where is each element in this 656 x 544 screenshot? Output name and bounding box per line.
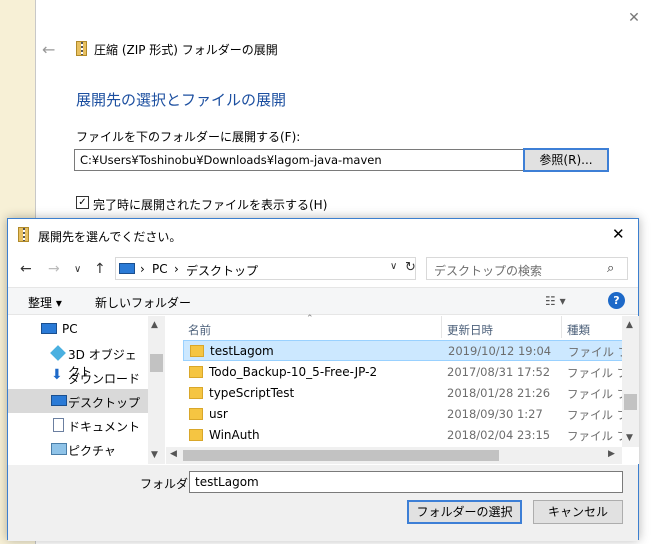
navigation-pane: PC 3D オブジェクト ⬇ ダウンロード デスクトップ ドキュメント ピクチャ… [8,316,165,464]
folder-name-input[interactable]: testLagom [189,471,623,493]
pc-icon [41,323,57,334]
dialog-titlebar: 展開先を選んでください。 ✕ [8,219,638,251]
column-header-date[interactable]: 更新日時 [447,322,493,338]
organize-button[interactable]: 整理 ▾ [28,294,62,311]
nav-item-documents[interactable]: ドキュメント [8,413,148,437]
file-row[interactable]: typeScriptTest 2018/01/28 21:26 ファイル フォル… [183,383,623,404]
scroll-left-icon[interactable]: ◀ [170,449,177,459]
file-row[interactable]: WinAuth 2018/02/04 23:15 ファイル フォルダー [183,425,623,446]
file-list: ⌃ 名前 更新日時 種類 testLagom 2019/10/12 19:04 … [166,314,639,464]
file-row[interactable]: usr 2018/09/30 1:27 ファイル フォルダー [183,404,623,425]
nav-item-3d-objects[interactable]: 3D オブジェクト [8,341,148,379]
show-files-checkbox[interactable]: ✓ [76,196,89,209]
scroll-down-icon[interactable]: ▼ [151,450,158,460]
forward-icon[interactable]: → [48,261,60,277]
breadcrumb-desktop[interactable]: デスクトップ [186,262,258,279]
file-row[interactable]: testLagom 2019/10/12 19:04 ファイル フォルダー [183,340,624,361]
download-icon: ⬇ [51,367,63,383]
view-options-icon[interactable]: ☷ ▾ [545,294,566,308]
address-bar[interactable]: › PC › デスクトップ ∨ ↻ [115,257,416,280]
destination-path-input[interactable]: C:¥Users¥Toshinobu¥Downloads¥lagom-java-… [74,149,550,171]
search-box[interactable]: デスクトップの検索 ⌕ [426,257,628,280]
document-icon [53,418,64,432]
folder-icon [189,387,203,399]
column-header-name[interactable]: 名前 [188,322,211,338]
browse-button[interactable]: 参照(R)... [523,148,609,172]
pc-icon [119,263,135,274]
dialog-close-icon[interactable]: ✕ [612,225,625,243]
sort-ascending-icon: ⌃ [306,314,314,324]
folder-icon [189,408,203,420]
zip-folder-icon [18,227,29,242]
column-header-type[interactable]: 種類 [567,322,590,338]
refresh-icon[interactable]: ↻ [405,260,416,275]
folder-icon [189,366,203,378]
cancel-button[interactable]: キャンセル [533,500,623,524]
show-files-label: 完了時に展開されたファイルを表示する(H) [93,198,328,212]
folder-icon [189,429,203,441]
nav-scrollbar[interactable]: ▲ ▼ [148,316,165,464]
search-icon[interactable]: ⌕ [607,261,614,276]
recent-dropdown-icon[interactable]: ∨ [74,264,81,275]
desktop-icon [51,395,67,406]
wizard-title: 圧縮 (ZIP 形式) フォルダーの展開 [94,43,278,57]
folder-icon [190,345,204,357]
scroll-up-icon[interactable]: ▲ [626,320,633,330]
chevron-down-icon[interactable]: ∨ [390,261,397,272]
select-folder-button[interactable]: フォルダーの選択 [407,500,522,524]
scroll-thumb[interactable] [624,394,637,410]
zip-folder-icon [76,41,87,56]
wizard-close-icon[interactable]: ✕ [626,10,642,26]
destination-label: ファイルを下のフォルダーに展開する(F): [76,130,301,144]
nav-item-pc[interactable]: PC [8,317,148,341]
nav-item-pictures[interactable]: ピクチャ [8,437,148,461]
help-icon[interactable]: ? [608,292,625,309]
pictures-icon [51,443,67,455]
file-row[interactable]: Todo_Backup-10_5-Free-JP-2 2017/08/31 17… [183,362,623,383]
scroll-right-icon[interactable]: ▶ [608,449,615,459]
up-icon[interactable]: ↑ [94,261,106,277]
breadcrumb-pc[interactable]: PC [152,262,168,276]
back-icon[interactable]: ← [20,261,32,277]
command-toolbar: 整理 ▾ 新しいフォルダー ☷ ▾ ? [8,287,638,315]
search-placeholder: デスクトップの検索 [434,264,543,278]
folder-picker-dialog: 展開先を選んでください。 ✕ ← → ∨ ↑ › PC › デスクトップ ∨ ↻… [7,218,639,541]
wizard-heading: 展開先の選択とファイルの展開 [76,91,287,109]
scroll-up-icon[interactable]: ▲ [151,320,158,330]
nav-item-downloads[interactable]: ⬇ ダウンロード [8,365,148,389]
file-list-hscrollbar[interactable]: ◀ ▶ [166,447,622,464]
dialog-title: 展開先を選んでください。 [38,230,182,244]
scroll-thumb[interactable] [183,450,499,461]
dialog-footer: フォルダー: testLagom フォルダーの選択 キャンセル [8,465,638,541]
scroll-down-icon[interactable]: ▼ [626,433,633,443]
scroll-thumb[interactable] [150,354,163,372]
back-arrow-icon[interactable]: ← [42,40,55,59]
file-list-vscrollbar[interactable]: ▲ ▼ [622,316,639,447]
new-folder-button[interactable]: 新しいフォルダー [95,294,191,311]
nav-item-desktop[interactable]: デスクトップ [8,389,148,413]
3d-objects-icon [50,345,66,361]
